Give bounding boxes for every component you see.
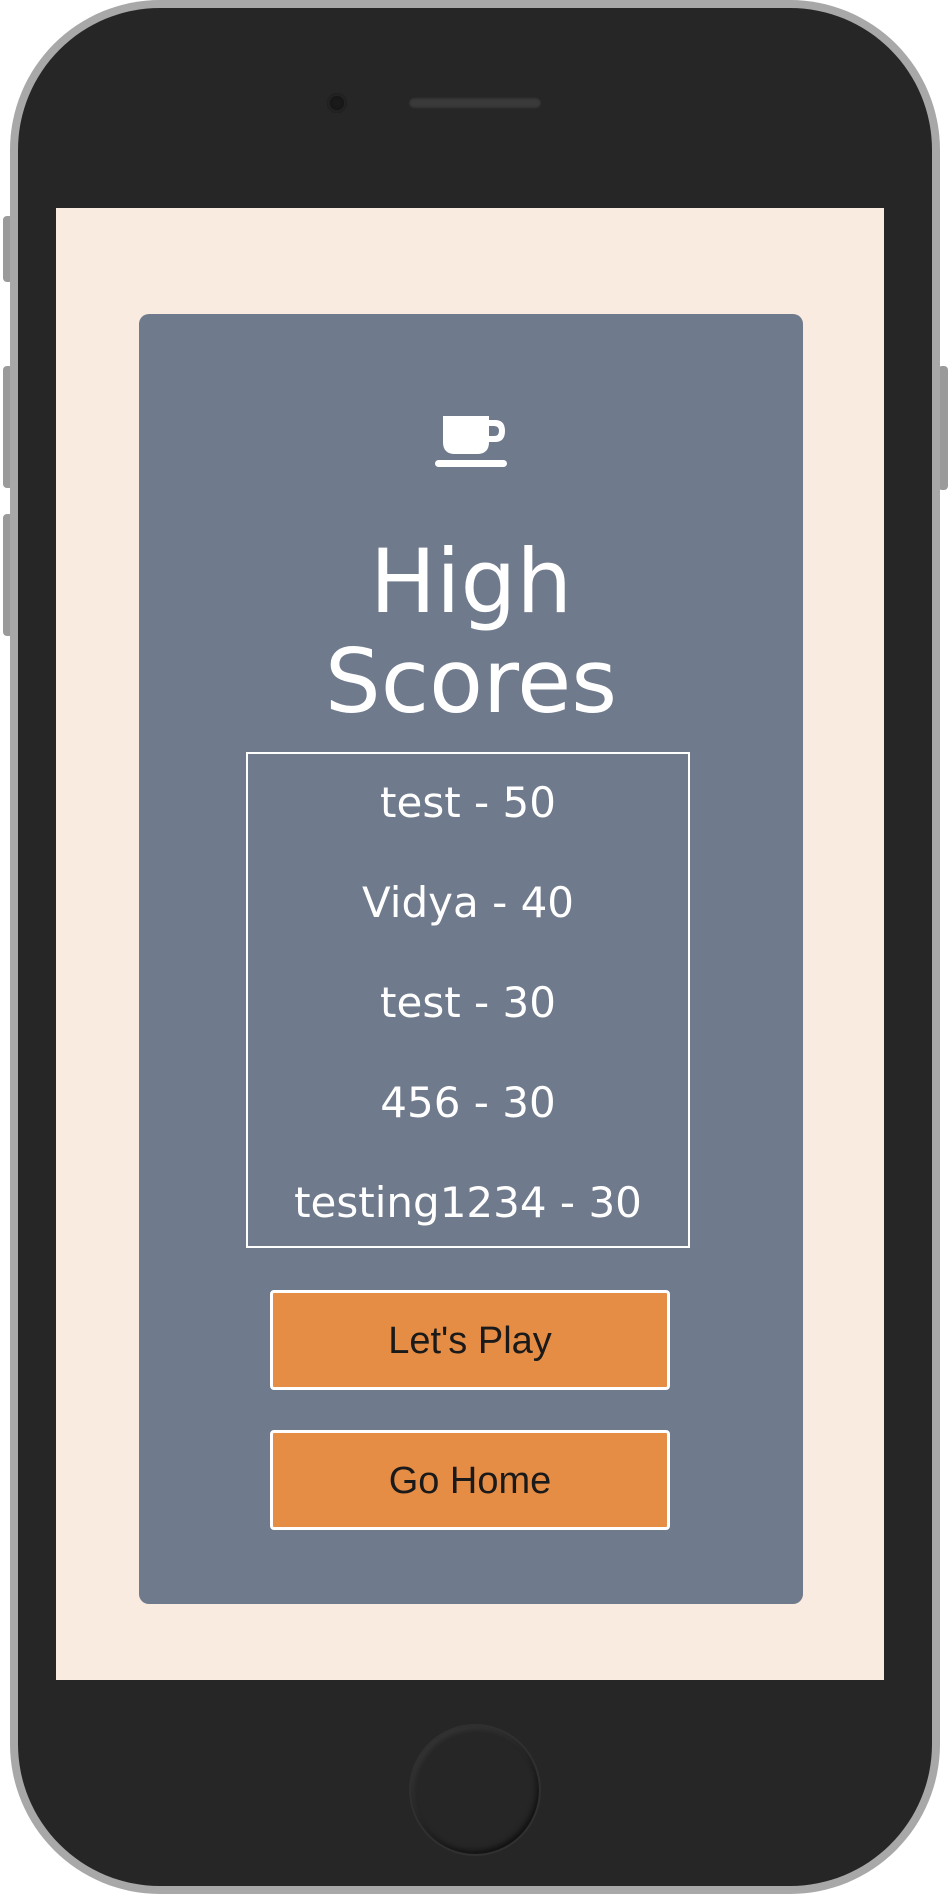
title-line-2: Scores [324, 630, 618, 733]
score-item: test - 50 [380, 778, 556, 827]
score-item: testing1234 - 30 [294, 1178, 642, 1227]
home-hardware-button [409, 1724, 541, 1856]
score-item: 456 - 30 [380, 1078, 556, 1127]
lets-play-button[interactable]: Let's Play [270, 1290, 670, 1390]
app-screen: High Scores test - 50 Vidya - 40 test - … [56, 208, 884, 1680]
high-scores-list: test - 50 Vidya - 40 test - 30 456 - 30 … [246, 752, 690, 1248]
coffee-cup-icon [435, 416, 507, 467]
score-item: test - 30 [380, 978, 556, 1027]
front-camera [327, 93, 347, 113]
go-home-button[interactable]: Go Home [270, 1430, 670, 1530]
high-scores-card: High Scores test - 50 Vidya - 40 test - … [139, 314, 803, 1604]
earpiece-speaker [408, 97, 542, 109]
device-stage: High Scores test - 50 Vidya - 40 test - … [0, 0, 948, 1896]
score-item: Vidya - 40 [361, 878, 575, 927]
title-line-1: High [369, 530, 573, 633]
page-title: High Scores [139, 532, 803, 732]
